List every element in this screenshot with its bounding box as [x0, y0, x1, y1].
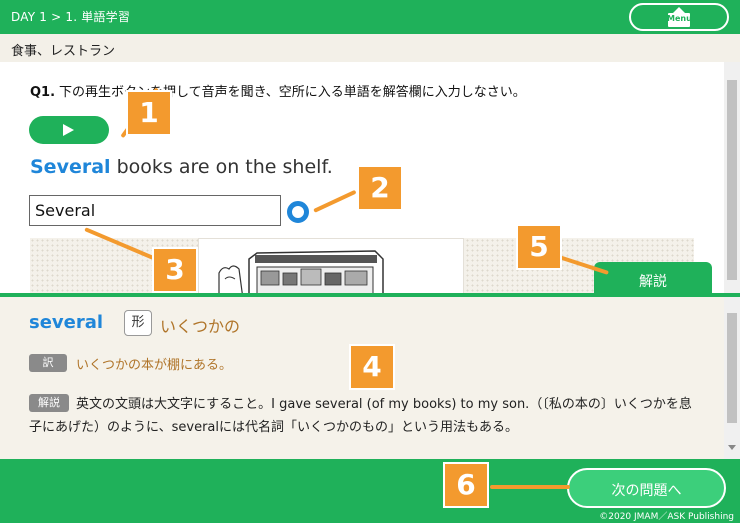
- scrollbar-thumb[interactable]: [727, 80, 737, 280]
- app-header: DAY 1 > 1. 単語学習 Menu: [0, 0, 740, 34]
- translation-text: いくつかの本が棚にある。: [76, 358, 233, 373]
- callout-5: 5: [516, 224, 562, 270]
- lesson-topic: 食事、レストラン: [11, 44, 116, 59]
- callout-3: 3: [152, 247, 198, 293]
- translation-badge: 訳: [29, 354, 67, 372]
- home-icon: Menu: [667, 7, 692, 27]
- sentence-answer-word: Several: [30, 156, 111, 178]
- explanation-text: 英文の文頭は大文字にすること。I gave several (of my boo…: [29, 397, 692, 435]
- callout-4: 4: [349, 344, 395, 390]
- next-question-label: 次の問題へ: [611, 483, 682, 499]
- bookshelf-illustration: [198, 238, 464, 294]
- part-of-speech-badge: 形: [124, 310, 152, 336]
- menu-label: Menu: [667, 14, 692, 23]
- explanation-scrollbar[interactable]: [724, 297, 740, 459]
- question-number: Q1.: [30, 85, 56, 100]
- scrollbar-thumb[interactable]: [727, 313, 737, 423]
- callout-leader-6: [490, 485, 570, 489]
- lesson-topic-bar: 食事、レストラン: [0, 34, 740, 62]
- breadcrumb: DAY 1 > 1. 単語学習: [11, 10, 131, 24]
- vocab-word: several: [29, 312, 104, 333]
- explanation-tab[interactable]: 解説: [594, 262, 712, 296]
- question-scrollbar[interactable]: [724, 62, 740, 294]
- word-meaning: いくつかの: [160, 317, 241, 336]
- sentence-rest: books are on the shelf.: [110, 156, 333, 178]
- callout-2: 2: [357, 165, 403, 211]
- explanation-badge: 解説: [29, 394, 69, 412]
- next-question-button[interactable]: 次の問題へ: [567, 468, 726, 508]
- copyright: ©2020 JMAM／ASK Publishing: [599, 512, 734, 522]
- question-instruction: Q1. 下の再生ボタンを押して音声を聞き、空所に入る単語を解答欄に入力しなさい。: [30, 81, 526, 100]
- play-icon: [63, 124, 74, 136]
- explanation-tab-label: 解説: [639, 274, 667, 290]
- callout-1: 1: [126, 90, 172, 136]
- footer-bar: 次の問題へ ©2020 JMAM／ASK Publishing: [0, 459, 740, 523]
- answer-input[interactable]: [29, 195, 281, 226]
- scroll-down-arrow-icon[interactable]: [728, 445, 736, 450]
- play-audio-button[interactable]: [29, 116, 109, 144]
- callout-6: 6: [443, 462, 489, 508]
- menu-button[interactable]: Menu: [629, 3, 729, 31]
- example-sentence: Several books are on the shelf.: [30, 156, 333, 178]
- correct-circle-icon: [287, 201, 309, 223]
